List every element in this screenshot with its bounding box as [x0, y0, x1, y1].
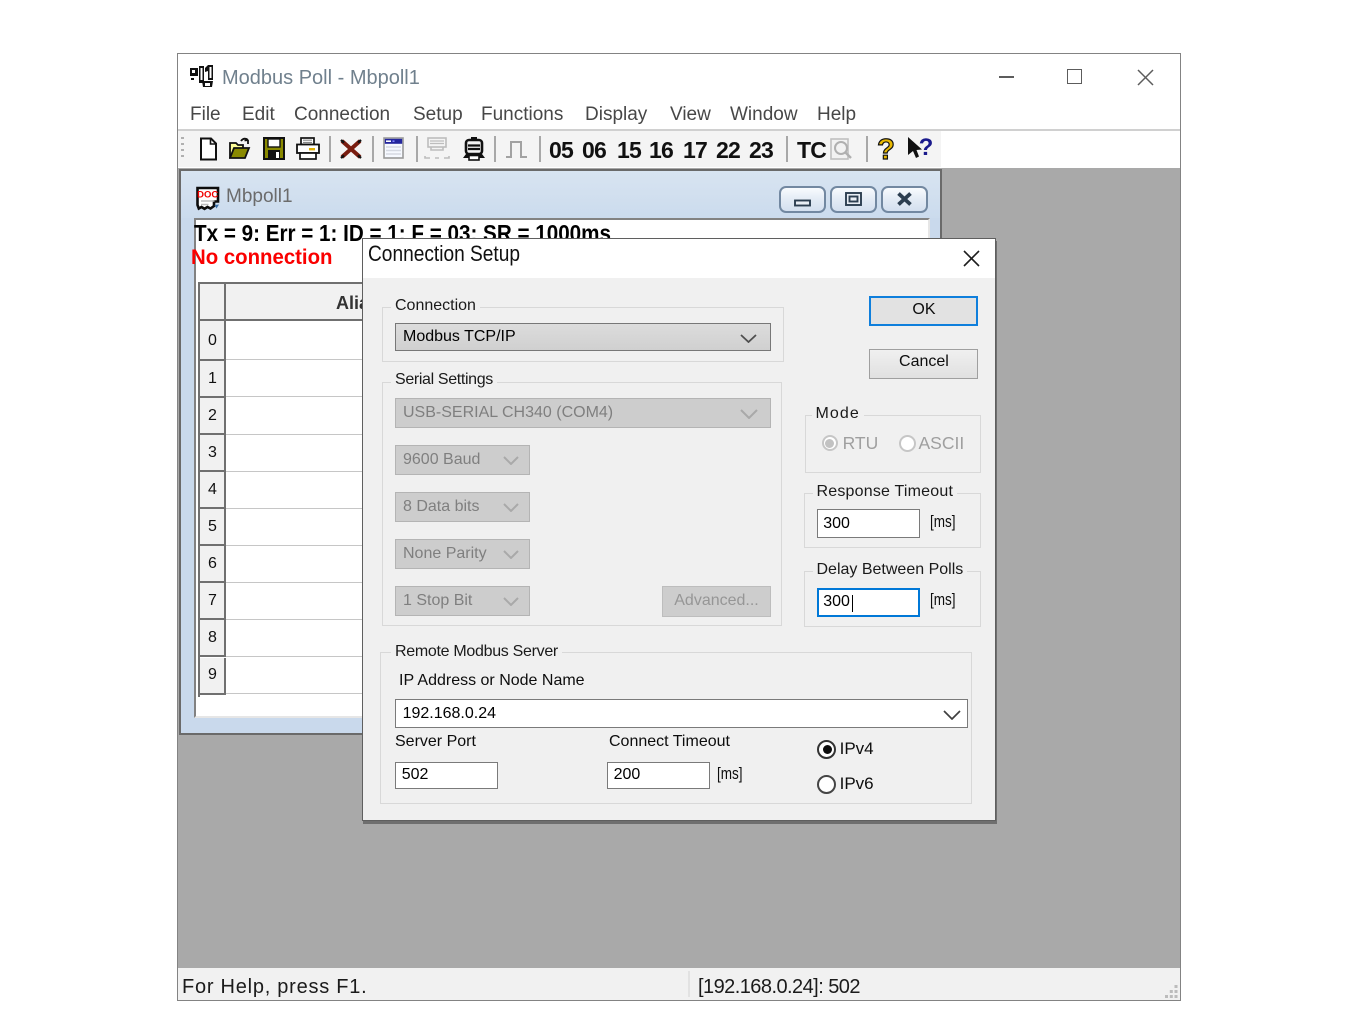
svg-text:DOC: DOC [197, 190, 218, 201]
svg-text:?: ? [877, 135, 895, 163]
svg-text:?: ? [919, 135, 934, 161]
